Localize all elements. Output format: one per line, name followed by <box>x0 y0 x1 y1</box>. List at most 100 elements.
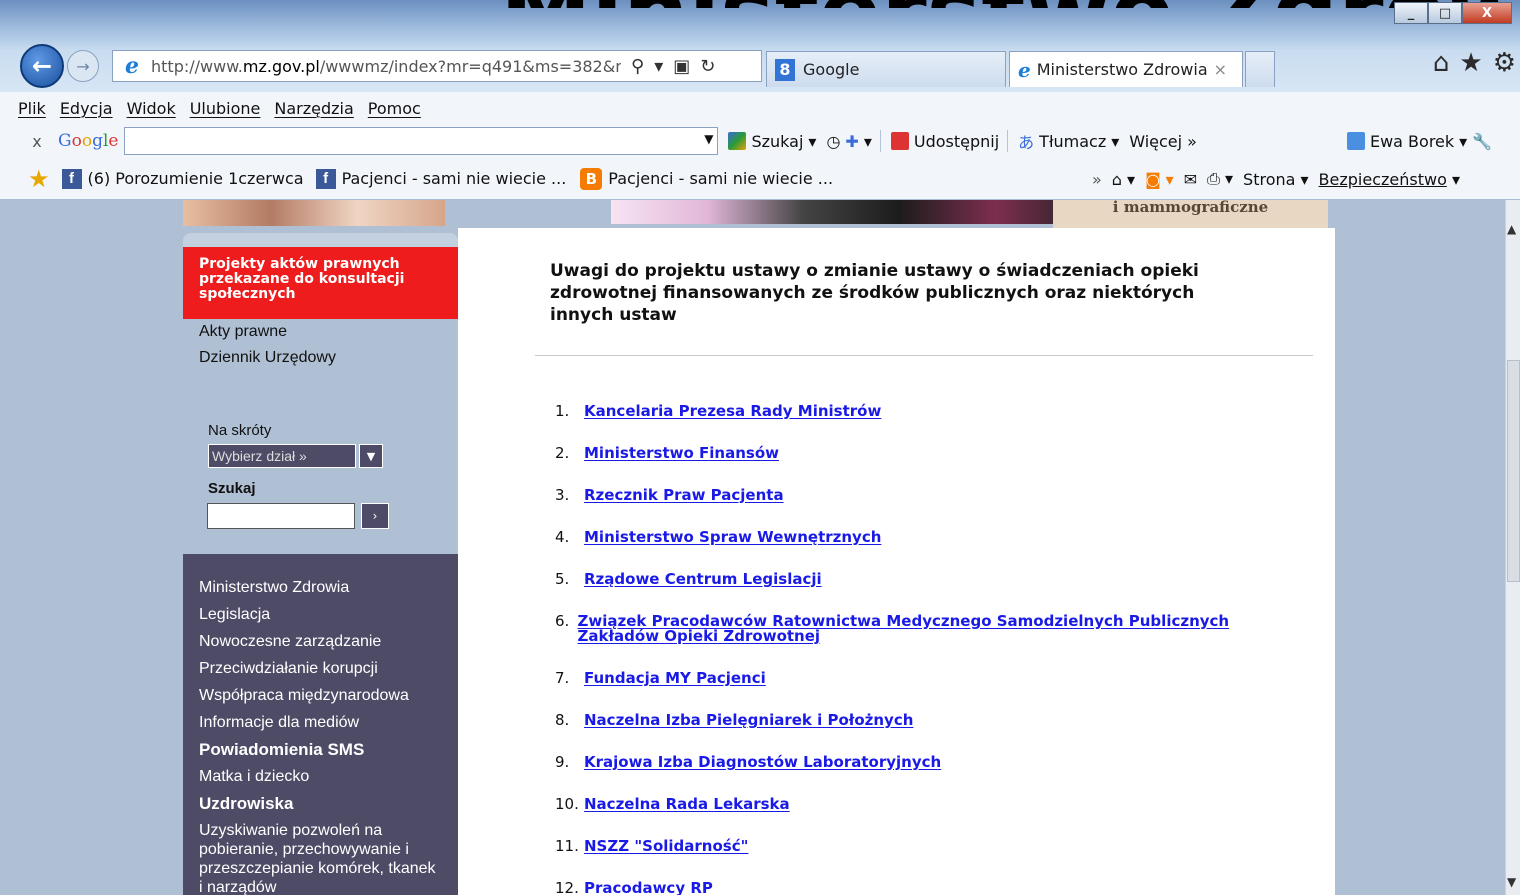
home-icon[interactable]: ⌂ ▾ <box>1112 170 1135 189</box>
search-go-button[interactable]: › <box>361 503 389 529</box>
list-item: 2. Ministerstwo Finansów <box>555 444 779 462</box>
list-link[interactable]: Pracodawcy RP <box>584 881 713 895</box>
menu-pomoc[interactable]: Pomoc <box>368 99 421 118</box>
rss-icon[interactable]: ◙ ▾ <box>1145 170 1174 189</box>
scrollbar-thumb[interactable] <box>1507 360 1520 582</box>
menu-plik[interactable]: Plik <box>18 99 46 118</box>
section-select[interactable]: Wybierz dział » <box>208 444 356 468</box>
more-button[interactable]: Więcej » <box>1129 132 1197 151</box>
user-account-button[interactable]: Ewa Borek ▾ 🔧 <box>1346 132 1492 151</box>
favorite-link[interactable]: Pacjenci - sami nie wiecie ... <box>342 169 567 188</box>
consultation-list: 1. Kancelaria Prezesa Rady Ministrów 2. Mi… <box>555 404 1275 895</box>
menu-ulubione[interactable]: Ulubione <box>190 99 261 118</box>
google-search-button[interactable]: Szukaj ▾ <box>728 132 816 151</box>
address-url[interactable]: http://www.mz.gov.pl/wwwmz/index?mr=q491… <box>151 57 621 76</box>
sidebar-item-uzdrowiska[interactable]: Uzdrowiska <box>183 790 458 817</box>
sidebar-item-projekty[interactable]: Projekty aktów prawnych przekazane do ko… <box>183 247 458 319</box>
search-input[interactable] <box>207 503 355 529</box>
list-item: 6. Związek Pracodawców Ratownictwa Medycz… <box>555 614 1275 644</box>
sidebar-item-matka[interactable]: Matka i dziecko <box>183 763 458 790</box>
mail-icon[interactable]: ✉ <box>1184 170 1197 189</box>
history-button[interactable]: ◷ ✚ ▾ <box>826 132 871 151</box>
window-title: Ministerstwo Zdrowia <box>500 0 1500 8</box>
maximize-button[interactable]: □ <box>1428 2 1462 24</box>
list-link[interactable]: Rządowe Centrum Legislacji <box>584 572 822 587</box>
list-link[interactable]: NSZZ "Solidarność" <box>584 839 748 854</box>
close-window-button[interactable]: X <box>1462 2 1512 24</box>
favorite-link[interactable]: Pacjenci - sami nie wiecie ... <box>608 169 833 188</box>
sidebar-item-dziennik[interactable]: Dziennik Urzędowy <box>183 345 458 371</box>
ie-icon: e <box>1018 57 1031 82</box>
banner-image <box>183 200 445 226</box>
forward-button[interactable]: → <box>67 50 99 82</box>
scroll-down-icon[interactable]: ▼ <box>1507 875 1516 889</box>
favorite-link[interactable]: (6) Porozumienie 1czerwca <box>88 169 304 188</box>
chevron-down-icon[interactable]: ▼ <box>704 132 713 146</box>
arrow-right-icon: → <box>76 56 90 76</box>
sidebar-item-wspolpraca[interactable]: Współpraca międzynarodowa <box>183 682 458 709</box>
print-icon[interactable]: ⎙ ▾ <box>1207 169 1233 189</box>
ie-icon: e <box>125 53 139 79</box>
scroll-up-icon[interactable]: ▲ <box>1507 222 1516 236</box>
google-icon: 8 <box>775 58 795 81</box>
list-link[interactable]: Kancelaria Prezesa Rady Ministrów <box>584 404 881 419</box>
list-item: 5. Rządowe Centrum Legislacji <box>555 570 822 588</box>
list-link[interactable]: Związek Pracodawców Ratownictwa Medyczne… <box>577 614 1275 644</box>
list-link[interactable]: Krajowa Izba Diagnostów Laboratoryjnych <box>584 755 941 770</box>
sidebar-item-pozwolenia[interactable]: Uzyskiwanie pozwoleń na pobieranie, prze… <box>183 817 458 895</box>
clock-icon: ◷ <box>826 131 841 151</box>
wrench-icon[interactable]: 🔧 <box>1472 132 1492 151</box>
back-button[interactable]: ← <box>20 44 64 88</box>
menu-bar: Plik Edycja Widok Ulubione Narzędzia Pom… <box>0 92 1520 124</box>
banner-image <box>611 200 1091 224</box>
address-bar[interactable]: e http://www.mz.gov.pl/wwwmz/index?mr=q4… <box>112 50 762 82</box>
refresh-icon[interactable]: ↻ <box>700 56 715 77</box>
list-item: 7. Fundacja MY Pacjenci <box>555 669 766 687</box>
sidebar-item-media[interactable]: Informacje dla mediów <box>183 709 458 736</box>
security-menu[interactable]: Bezpieczeństwo ▾ <box>1319 170 1460 189</box>
list-link[interactable]: Ministerstwo Spraw Wewnętrznych <box>584 530 881 545</box>
list-link[interactable]: Rzecznik Praw Pacjenta <box>584 488 784 503</box>
menu-edycja[interactable]: Edycja <box>60 99 113 118</box>
chevron-down-icon[interactable]: ▼ <box>359 444 383 468</box>
page-menu[interactable]: Strona ▾ <box>1243 170 1309 189</box>
vertical-scrollbar[interactable]: ▲ ▼ <box>1505 200 1520 895</box>
home-icon[interactable]: ⌂ <box>1433 48 1450 78</box>
sidebar-item-sms[interactable]: Powiadomienia SMS <box>183 736 458 763</box>
gear-icon[interactable]: ⚙ <box>1493 48 1516 78</box>
overflow-icon[interactable]: » <box>1092 170 1102 189</box>
google-search-input[interactable]: ▼ <box>124 127 719 155</box>
list-item: 1. Kancelaria Prezesa Rady Ministrów <box>555 402 882 420</box>
menu-widok[interactable]: Widok <box>127 99 176 118</box>
sidebar-item-zarzadzanie[interactable]: Nowoczesne zarządzanie <box>183 628 458 655</box>
add-favorite-icon[interactable]: ★ <box>28 165 50 193</box>
window-controls: _ □ X <box>1394 2 1512 24</box>
search-icon[interactable]: ⚲ <box>631 56 644 77</box>
translate-button[interactable]: あ Tłumacz ▾ <box>1018 129 1119 153</box>
minimize-button[interactable]: _ <box>1394 2 1428 24</box>
compatibility-icon[interactable]: ▣ <box>673 56 690 77</box>
dropdown-icon[interactable]: ▾ <box>654 56 663 77</box>
close-tab-icon[interactable]: × <box>1214 60 1227 79</box>
user-icon <box>1346 132 1365 150</box>
sidebar-item-korupcja[interactable]: Przeciwdziałanie korupcji <box>183 655 458 682</box>
menu-narzedzia[interactable]: Narzędzia <box>274 99 353 118</box>
tab-google[interactable]: 8 Google <box>766 51 1006 87</box>
address-tools: ⚲ ▾ ▣ ↻ <box>631 56 715 77</box>
arrow-left-icon: ← <box>31 52 53 80</box>
sidebar-item-akty[interactable]: Akty prawne <box>183 319 458 345</box>
blogger-icon: B <box>580 167 603 190</box>
list-link[interactable]: Naczelna Izba Pielęgniarek i Położnych <box>584 713 913 728</box>
new-tab-button[interactable] <box>1245 51 1275 87</box>
list-link[interactable]: Fundacja MY Pacjenci <box>584 671 766 686</box>
share-button[interactable]: Udostępnij <box>890 132 999 151</box>
list-link[interactable]: Naczelna Rada Lekarska <box>584 797 790 812</box>
close-toolbar-icon[interactable]: x <box>22 132 52 151</box>
list-link[interactable]: Ministerstwo Finansów <box>584 446 779 461</box>
sidebar-item-ministerstwo[interactable]: Ministerstwo Zdrowia <box>183 574 458 601</box>
tab-ministerstwo-zdrowia[interactable]: e Ministerstwo Zdrowia × <box>1009 51 1243 87</box>
favorites-star-icon[interactable]: ★ <box>1459 48 1482 78</box>
favorites-bar: ★ f (6) Porozumienie 1czerwca f Pacjenci… <box>0 158 1520 200</box>
sidebar-item-legislacja[interactable]: Legislacja <box>183 601 458 628</box>
google-toolbar: x Google ▼ Szukaj ▾ ◷ ✚ ▾ Udostępnij あ Tłu… <box>0 124 1520 158</box>
